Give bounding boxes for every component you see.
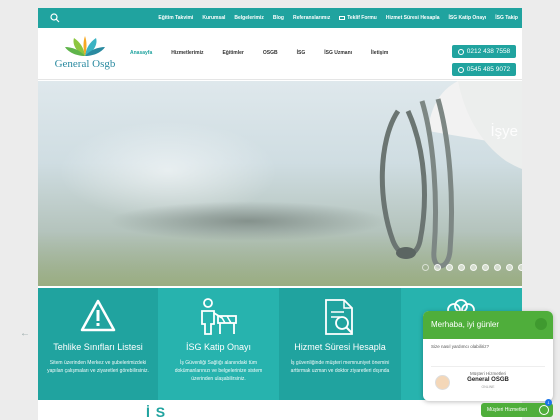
service-desc: Sitem üzerinden Merkez ve şubelerimizdek… (47, 360, 149, 374)
service-desc: İş güvenliğinde müşteri memnuniyet önemi… (290, 360, 390, 374)
service-title: Tehlike Sınıfları Listesi (53, 342, 143, 352)
top-link-blog[interactable]: Blog (273, 15, 284, 21)
top-link-kurumsal[interactable]: Kurumsal (202, 15, 225, 21)
nav-hizmetlerimiz[interactable]: Hizmetlerimiz (171, 50, 203, 56)
logo[interactable]: General Osgb (46, 36, 124, 76)
top-link-isg-katip[interactable]: İSG Katip Onayı (449, 15, 487, 21)
agent-role: Müşteri Hizmetleri (469, 371, 506, 376)
worker-barrier-icon (201, 298, 237, 335)
nav-iletisim[interactable]: İletişim (371, 50, 388, 56)
phone-icon (457, 48, 464, 55)
hero-caption: İşye (490, 123, 518, 140)
chat-agent[interactable]: Müşteri Hizmetleri General OSGB ONLINE (431, 366, 545, 396)
bottom-section (38, 400, 522, 420)
top-link-egitim-takvimi[interactable]: Eğitim Takvimi (158, 15, 193, 21)
top-link-hizmet-suresi[interactable]: Hizmet Süresi Hesapla (386, 15, 440, 21)
nav-isg-uzmani[interactable]: İSG Uzmanı (324, 50, 352, 56)
warning-icon (80, 299, 116, 332)
service-card-katip[interactable]: İSG Katip Onayı İş Güvenliği Sağlığı ala… (158, 288, 279, 400)
phone-number-1: 0212 438 7558 (466, 48, 511, 55)
top-bar: Eğitim Takvimi Kurumsal Belgelerimiz Blo… (38, 8, 522, 28)
slider-dot[interactable] (518, 264, 522, 271)
service-card-tehlike[interactable]: Tehlike Sınıfları Listesi Sitem üzerinde… (38, 288, 158, 400)
nav-anasayfa[interactable]: Anasayfa (130, 50, 152, 56)
top-link-belgelerimiz[interactable]: Belgelerimiz (234, 15, 263, 21)
agent-status: ONLINE (481, 385, 495, 389)
slider-dot[interactable] (434, 264, 441, 271)
whatsapp-icon (457, 66, 464, 73)
agent-name: General OSGB (467, 377, 509, 383)
chevron-down-icon[interactable] (535, 318, 547, 330)
nav-isg[interactable]: İSG (297, 50, 306, 56)
phone-button-1[interactable]: 0212 438 7558 (452, 45, 516, 58)
top-link-referanslarimiz[interactable]: Referanslarımız (293, 15, 330, 21)
top-link-isg-takip[interactable]: İSG Takip (495, 15, 518, 21)
main-nav: Anasayfa Hizmetlerimiz Eğitimler OSGB İS… (130, 50, 388, 56)
chat-greeting: Merhaba, iyi günler (431, 320, 500, 329)
chat-widget: Merhaba, iyi günler Size nasıl yardımcı … (423, 311, 553, 401)
slider-dot[interactable] (506, 264, 513, 271)
chat-open-button[interactable]: Müşteri Hizmetleri 1 (481, 399, 553, 417)
top-link-teklif-formu-label: Teklif Formu (347, 15, 377, 21)
document-search-icon (325, 299, 353, 335)
chat-button-label: Müşteri Hizmetleri (487, 407, 528, 413)
chat-question: Size nasıl yardımcı olabiliriz? (431, 344, 490, 349)
slider-dots (422, 264, 522, 271)
slider-dot[interactable] (446, 264, 453, 271)
logo-text: General Osgb (54, 58, 116, 70)
section-heading: İ S (146, 404, 167, 420)
slider-dot[interactable] (458, 264, 465, 271)
stethoscope-image (379, 81, 522, 269)
nav-egitimler[interactable]: Eğitimler (222, 50, 243, 56)
service-title: İSG Katip Onayı (185, 342, 252, 352)
arrow-left-icon[interactable]: ← (20, 328, 30, 339)
top-nav: Eğitim Takvimi Kurumsal Belgelerimiz Blo… (158, 8, 518, 28)
header: General Osgb Anasayfa Hizmetlerimiz Eğit… (38, 28, 522, 80)
phone-button-2[interactable]: 0545 485 9072 (452, 63, 516, 76)
service-desc: İş Güvenliği Sağlığı alanındaki tüm dokü… (174, 360, 263, 382)
notification-badge: 1 (545, 399, 552, 406)
slider-dot[interactable] (470, 264, 477, 271)
slider-dot[interactable] (422, 264, 429, 271)
slider-dot[interactable] (494, 264, 501, 271)
phone-number-2: 0545 485 9072 (466, 66, 511, 73)
chat-header: Merhaba, iyi günler (423, 311, 553, 339)
hero-slider[interactable]: İşye (38, 81, 522, 286)
service-title: Hizmet Süresi Hesapla (294, 342, 386, 352)
service-card-hizmet[interactable]: Hizmet Süresi Hesapla İş güvenliğinde mü… (279, 288, 401, 400)
whatsapp-icon (539, 405, 549, 415)
top-link-teklif-formu[interactable]: Teklif Formu (339, 15, 377, 21)
nav-osgb[interactable]: OSGB (263, 50, 278, 56)
search-icon[interactable] (50, 13, 60, 23)
slider-dot[interactable] (482, 264, 489, 271)
logo-mark-icon (65, 36, 105, 56)
envelope-icon (339, 15, 346, 20)
